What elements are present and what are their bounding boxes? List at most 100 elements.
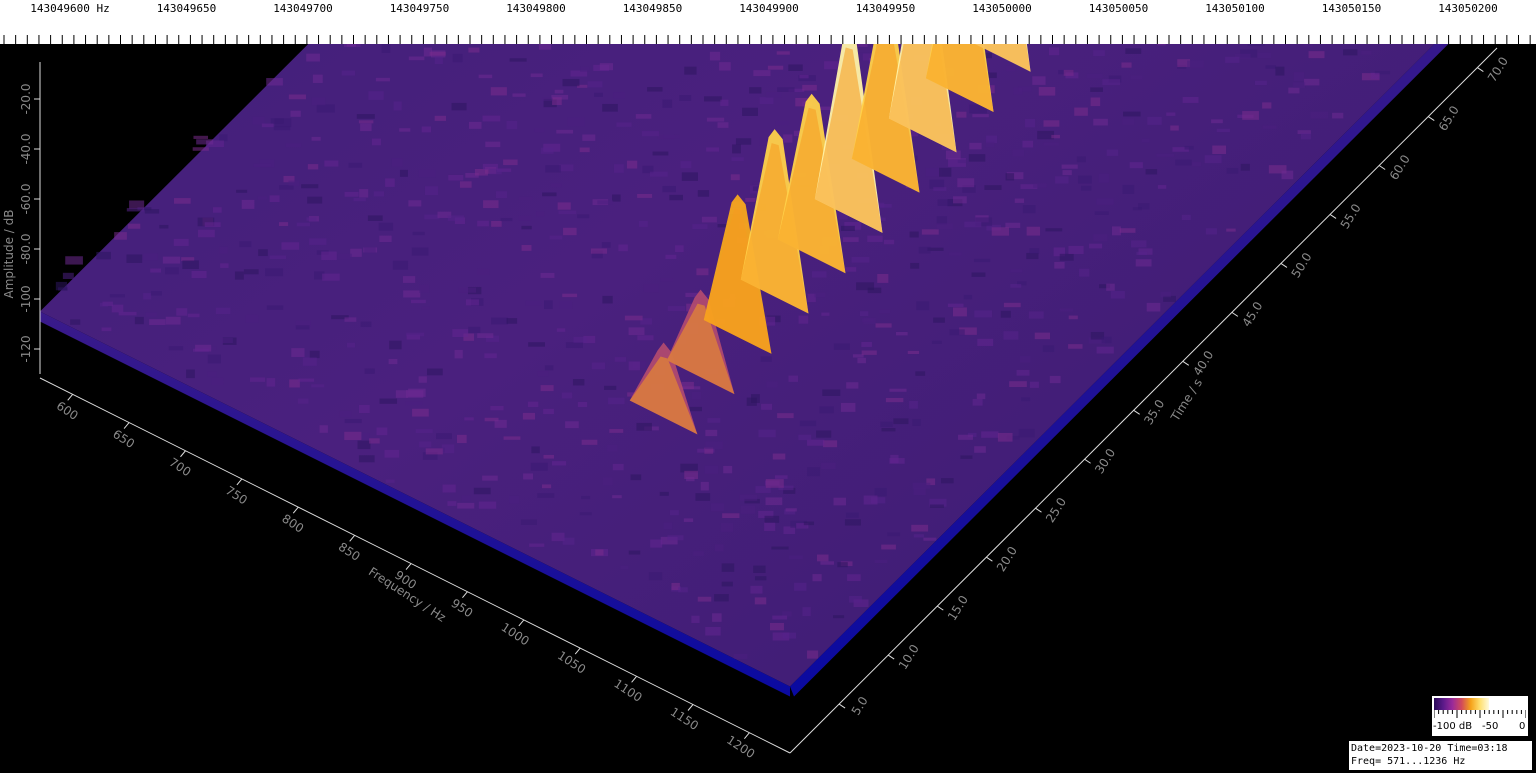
noise-cell xyxy=(324,160,339,167)
noise-cell xyxy=(1160,291,1171,298)
noise-cell xyxy=(746,397,757,406)
noise-cell xyxy=(812,574,822,582)
noise-cell xyxy=(65,256,83,265)
noise-cell xyxy=(165,316,181,325)
noise-cell xyxy=(559,164,574,172)
frequency-tick-label: 700 xyxy=(167,455,194,479)
noise-cell xyxy=(1014,198,1025,203)
noise-cell xyxy=(844,519,861,526)
noise-cell xyxy=(99,302,109,307)
noise-cell xyxy=(707,418,721,423)
frequency-tick-label: 1000 xyxy=(499,620,532,648)
noise-cell xyxy=(660,278,673,282)
noise-cell xyxy=(290,110,301,117)
noise-cell xyxy=(557,202,571,210)
top-scale-label: 143049900 xyxy=(739,2,799,15)
noise-cell xyxy=(1184,145,1194,150)
noise-cell xyxy=(881,428,896,432)
noise-cell xyxy=(807,650,819,659)
noise-cell xyxy=(321,251,337,261)
noise-cell xyxy=(819,406,834,414)
noise-cell xyxy=(540,147,554,154)
noise-cell xyxy=(134,316,144,325)
noise-cell xyxy=(388,358,398,365)
noise-cell xyxy=(659,491,669,496)
top-scale-label: 143049750 xyxy=(390,2,450,15)
noise-cell xyxy=(359,189,369,198)
noise-cell xyxy=(410,299,426,304)
noise-cell xyxy=(636,422,652,431)
noise-cell xyxy=(459,181,472,188)
noise-cell xyxy=(384,449,400,458)
noise-cell xyxy=(1332,112,1344,119)
frequency-tick xyxy=(67,394,74,401)
noise-cell xyxy=(692,224,708,230)
noise-cell xyxy=(613,92,625,99)
noise-cell xyxy=(159,224,169,229)
noise-cell xyxy=(624,315,643,321)
noise-cell xyxy=(322,273,340,281)
noise-cell xyxy=(1003,302,1021,308)
noise-cell xyxy=(559,300,573,310)
noise-cell xyxy=(731,157,744,161)
noise-cell xyxy=(1147,116,1162,125)
noise-cell xyxy=(215,307,231,315)
noise-cell xyxy=(620,565,629,570)
noise-cell xyxy=(529,543,545,547)
frequency-tick xyxy=(236,478,243,486)
noise-cell xyxy=(599,63,613,71)
noise-cell xyxy=(211,377,224,385)
noise-cell xyxy=(1093,50,1105,57)
noise-cell xyxy=(477,220,489,227)
noise-cell xyxy=(647,87,663,92)
noise-cell xyxy=(473,487,491,495)
noise-cell xyxy=(604,385,617,390)
noise-cell xyxy=(1281,170,1294,180)
noise-cell xyxy=(252,116,265,125)
noise-cell xyxy=(243,269,259,275)
noise-cell xyxy=(669,194,683,201)
noise-cell xyxy=(845,512,859,518)
noise-cell xyxy=(96,251,111,260)
noise-cell xyxy=(936,223,953,230)
noise-cell xyxy=(176,308,188,316)
noise-cell xyxy=(1254,80,1267,86)
noise-cell xyxy=(730,174,740,181)
noise-cell xyxy=(341,70,356,76)
noise-cell xyxy=(1361,50,1372,55)
noise-cell xyxy=(977,338,994,346)
frequency-tick xyxy=(462,591,468,599)
frequency-tick-label: 750 xyxy=(223,483,250,507)
frequency-tick-label: 1200 xyxy=(724,733,757,761)
frequency-tick-label: 1050 xyxy=(555,648,588,676)
noise-cell xyxy=(421,126,432,133)
noise-cell xyxy=(1059,308,1074,312)
noise-cell xyxy=(1054,261,1065,269)
noise-cell xyxy=(279,222,289,226)
noise-cell xyxy=(952,307,967,317)
noise-cell xyxy=(601,242,611,248)
noise-cell xyxy=(503,159,518,166)
noise-cell xyxy=(1225,56,1240,63)
noise-cell xyxy=(309,238,327,245)
noise-cell xyxy=(101,327,112,332)
noise-cell xyxy=(545,165,561,173)
noise-cell xyxy=(408,388,426,397)
time-tick-label: 5.0 xyxy=(849,694,871,718)
noise-cell xyxy=(788,64,803,71)
noise-cell xyxy=(360,321,372,328)
time-tick xyxy=(1378,165,1386,170)
noise-cell xyxy=(635,114,652,119)
noise-cell xyxy=(732,144,741,154)
noise-cell xyxy=(765,497,783,506)
noise-cell xyxy=(1055,176,1069,184)
noise-cell xyxy=(973,258,991,263)
noise-cell xyxy=(1119,228,1136,233)
time-tick xyxy=(986,556,993,562)
noise-cell xyxy=(385,178,395,187)
noise-cell xyxy=(373,191,385,197)
noise-cell xyxy=(1265,65,1276,69)
noise-cell xyxy=(1192,162,1202,167)
noise-cell xyxy=(408,200,422,207)
noise-cell xyxy=(875,323,892,328)
